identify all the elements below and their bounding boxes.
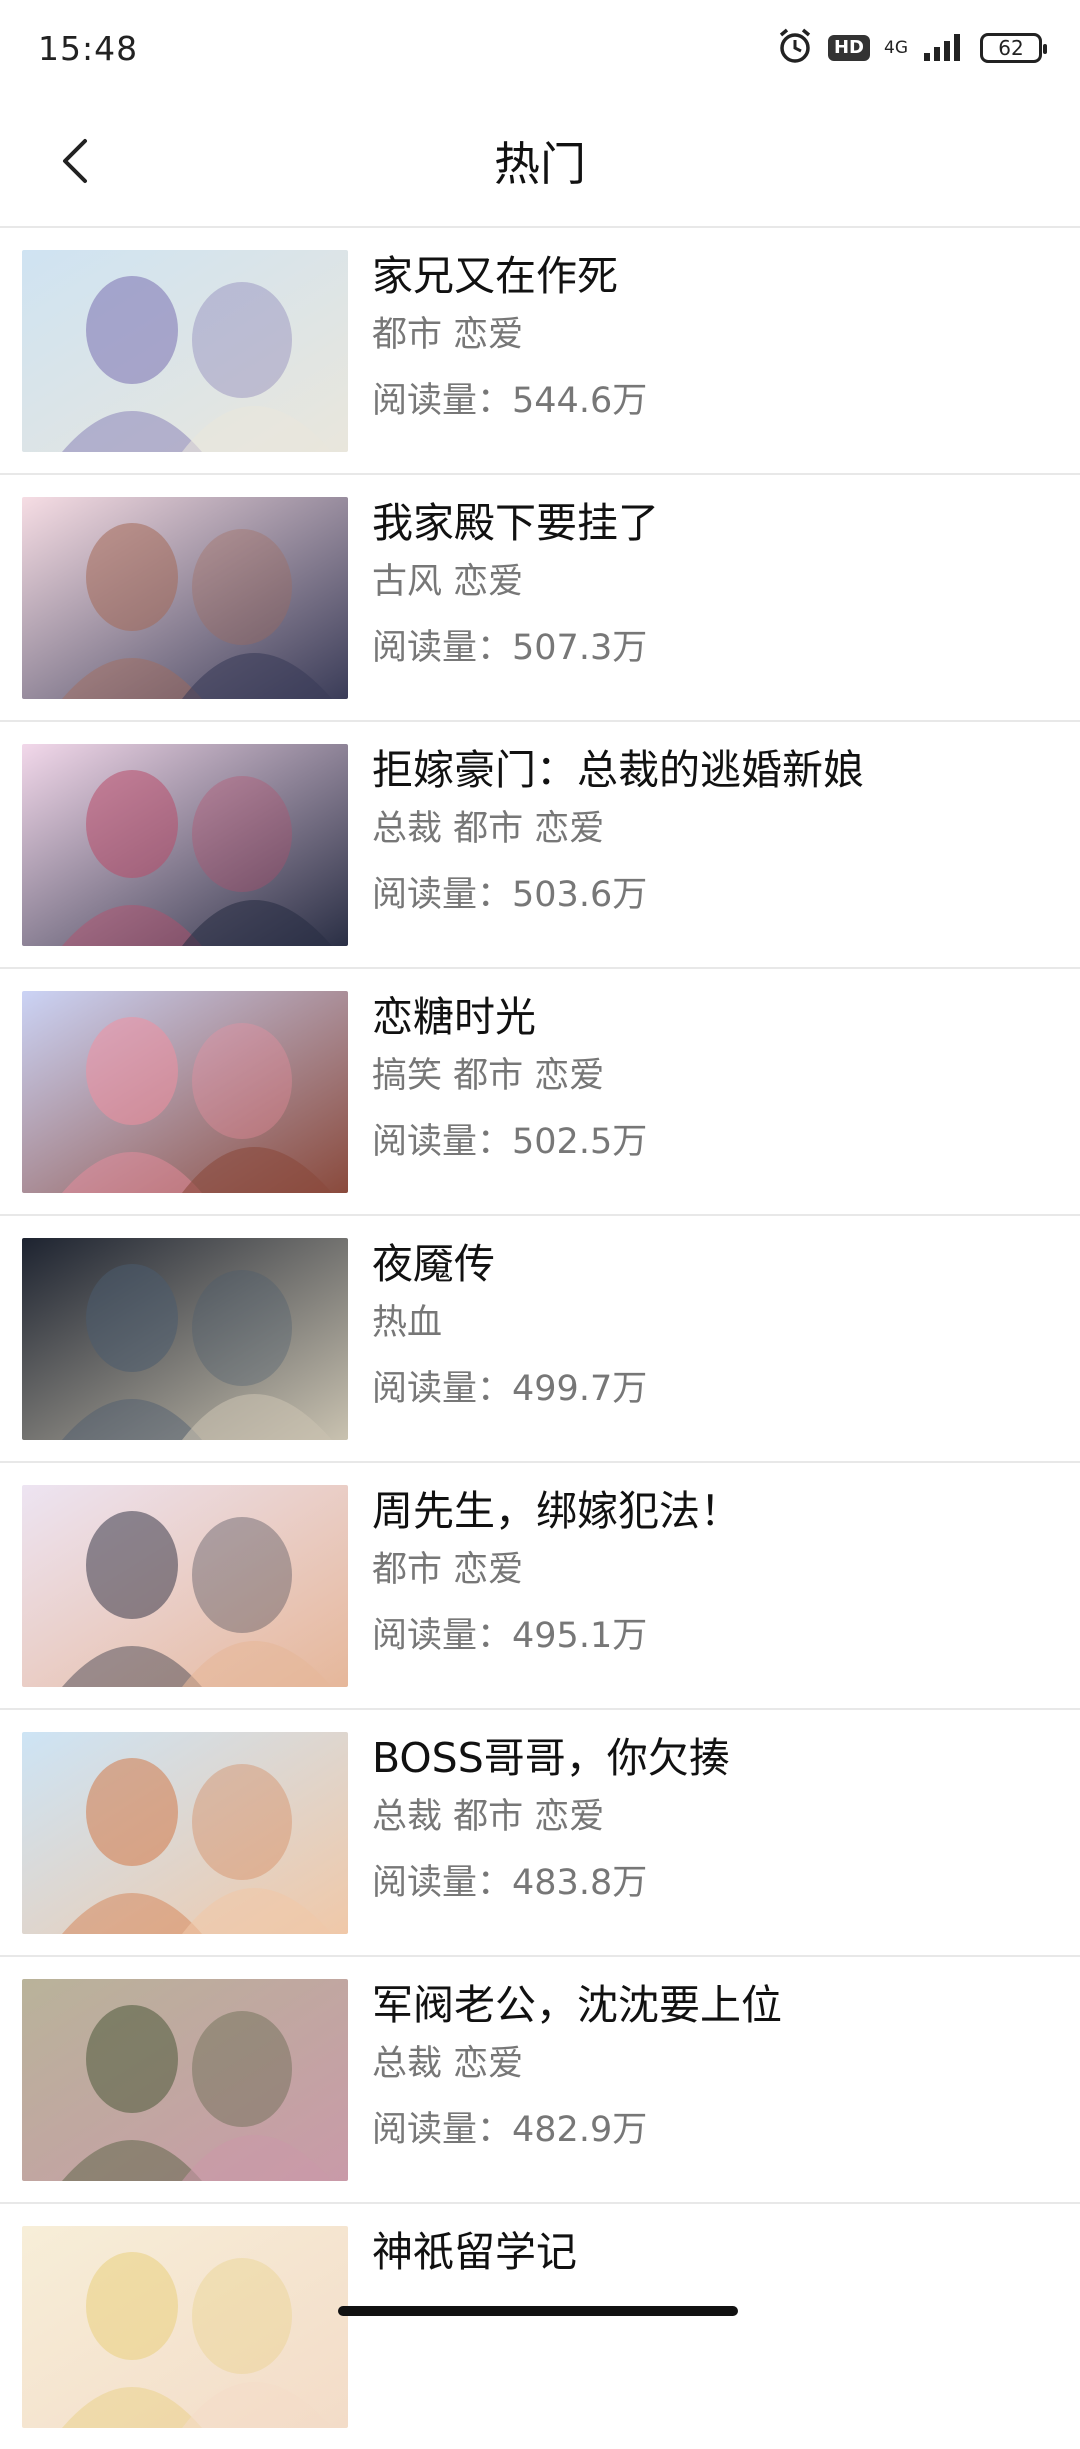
read-count-label: 阅读量：: [372, 381, 513, 421]
comic-title: 夜魇传: [372, 1240, 495, 1288]
comic-info: BOSS哥哥，你欠揍 总裁 都市 恋爱 阅读量：483.8万: [372, 1730, 1050, 1908]
comic-title: 恋糖时光: [372, 993, 536, 1041]
comic-list-item[interactable]: 周先生，绑嫁犯法！ 都市 恋爱阅读量：495.1万: [0, 1461, 1080, 1708]
comic-read-count: 阅读量：544.6万: [372, 376, 1050, 426]
comic-list: 家兄又在作死 都市 恋爱 阅读量：544.6万 我家殿下要挂了 古风 恋爱 阅读量：507…: [0, 226, 1080, 2449]
comic-cover-image: [22, 497, 348, 699]
network-indicator: 4G: [884, 37, 908, 58]
comic-title: 拒嫁豪门：总裁的逃婚新娘: [372, 746, 864, 794]
comic-read-count: 阅读量：495.1万: [372, 1611, 1050, 1661]
comic-title: 神祇留学记: [372, 2228, 577, 2276]
comic-list-item[interactable]: 夜魇传热血阅读量：499.7万: [0, 1214, 1080, 1461]
comic-cover-image: [22, 1979, 348, 2181]
comic-cover-image: [22, 991, 348, 1193]
status-time: 15:48: [38, 28, 139, 68]
comic-info: 周先生，绑嫁犯法！ 都市 恋爱阅读量：495.1万: [372, 1483, 1050, 1661]
hd-badge: HD: [827, 35, 870, 61]
read-count-value: 544.6万: [512, 381, 648, 421]
read-count-label: 阅读量：: [372, 2110, 513, 2150]
read-count-value: 507.3万: [512, 628, 648, 668]
comic-list-item[interactable]: 拒嫁豪门：总裁的逃婚新娘 总裁 都市 恋爱 阅读量：503.6万: [0, 720, 1080, 967]
read-count-label: 阅读量：: [372, 1616, 513, 1656]
page-title: 热门: [494, 137, 586, 191]
comic-cover-image: [22, 1732, 348, 1934]
comic-tags: 搞笑 都市 恋爱: [372, 1056, 605, 1096]
battery-icon: 62: [980, 33, 1047, 63]
comic-info: 军阀老公，沈沈要上位总裁 恋爱阅读量：482.9万: [372, 1977, 1050, 2155]
read-count-value: 483.8万: [512, 1863, 648, 1903]
comic-info: 夜魇传热血阅读量：499.7万: [372, 1236, 1050, 1414]
status-bar: 15:48 HD 4G 62: [0, 0, 1080, 96]
alarm-icon: [776, 27, 814, 69]
comic-list-item[interactable]: 军阀老公，沈沈要上位总裁 恋爱阅读量：482.9万: [0, 1955, 1080, 2202]
comic-list-item[interactable]: 我家殿下要挂了古风 恋爱阅读量：507.3万: [0, 473, 1080, 720]
comic-cover-image: [22, 2226, 348, 2428]
comic-tags: 总裁 都市 恋爱: [372, 809, 605, 849]
read-count-label: 阅读量：: [372, 1369, 513, 1409]
read-count-label: 阅读量：: [372, 875, 513, 915]
back-button[interactable]: [40, 126, 110, 196]
comic-read-count: 阅读量：482.9万: [372, 2105, 1050, 2155]
chevron-left-icon: [63, 139, 87, 183]
comic-cover-image: [22, 744, 348, 946]
comic-cover-image: [22, 1238, 348, 1440]
comic-tags: 总裁 都市 恋爱: [372, 1797, 605, 1837]
network-type: 4G: [884, 37, 908, 58]
home-indicator[interactable]: [338, 2306, 738, 2316]
comic-read-count: 阅读量：499.7万: [372, 1364, 1050, 1414]
comic-list-item[interactable]: 恋糖时光 搞笑 都市 恋爱 阅读量：502.5万: [0, 967, 1080, 1214]
comic-list-item[interactable]: 家兄又在作死都市 恋爱阅读量：544.6万: [0, 226, 1080, 473]
status-icons: HD 4G 62: [776, 27, 1047, 69]
read-count-label: 阅读量：: [372, 1863, 513, 1903]
app-header: 热门: [0, 96, 1080, 226]
comic-cover-image: [22, 1485, 348, 1687]
comic-cover-image: [22, 250, 348, 452]
read-count-value: 482.9万: [512, 2110, 648, 2150]
comic-info: 神祇留学记: [372, 2224, 1050, 2296]
comic-read-count: 阅读量：483.8万: [372, 1858, 1050, 1908]
comic-list-item[interactable]: BOSS哥哥，你欠揍 总裁 都市 恋爱 阅读量：483.8万: [0, 1708, 1080, 1955]
comic-info: 家兄又在作死都市 恋爱阅读量：544.6万: [372, 248, 1050, 426]
read-count-value: 499.7万: [512, 1369, 648, 1409]
comic-info: 我家殿下要挂了古风 恋爱阅读量：507.3万: [372, 495, 1050, 673]
battery-level: 62: [998, 36, 1024, 60]
read-count-value: 503.6万: [512, 875, 648, 915]
read-count-value: 495.1万: [512, 1616, 648, 1656]
comic-tags: 总裁 恋爱: [372, 2044, 524, 2084]
comic-title: 家兄又在作死: [372, 252, 618, 300]
comic-title: 我家殿下要挂了: [372, 499, 659, 547]
comic-tags: 都市 恋爱: [372, 315, 524, 355]
comic-read-count: 阅读量：502.5万: [372, 1117, 1050, 1167]
comic-read-count: 阅读量：507.3万: [372, 623, 1050, 673]
comic-list-item[interactable]: 神祇留学记: [0, 2202, 1080, 2449]
signal-icon: [922, 31, 966, 65]
comic-read-count: 阅读量：503.6万: [372, 870, 1050, 920]
read-count-label: 阅读量：: [372, 1122, 513, 1162]
comic-tags: 热血: [372, 1303, 443, 1343]
comic-title: 军阀老公，沈沈要上位: [372, 1981, 782, 2029]
comic-title: BOSS哥哥，你欠揍: [372, 1734, 730, 1782]
comic-info: 拒嫁豪门：总裁的逃婚新娘 总裁 都市 恋爱 阅读量：503.6万: [372, 742, 1050, 920]
read-count-value: 502.5万: [512, 1122, 648, 1162]
comic-title: 周先生，绑嫁犯法！: [372, 1487, 741, 1535]
comic-tags: 古风 恋爱: [372, 562, 524, 602]
comic-tags: 都市 恋爱: [372, 1550, 524, 1590]
comic-info: 恋糖时光 搞笑 都市 恋爱 阅读量：502.5万: [372, 989, 1050, 1167]
read-count-label: 阅读量：: [372, 628, 513, 668]
